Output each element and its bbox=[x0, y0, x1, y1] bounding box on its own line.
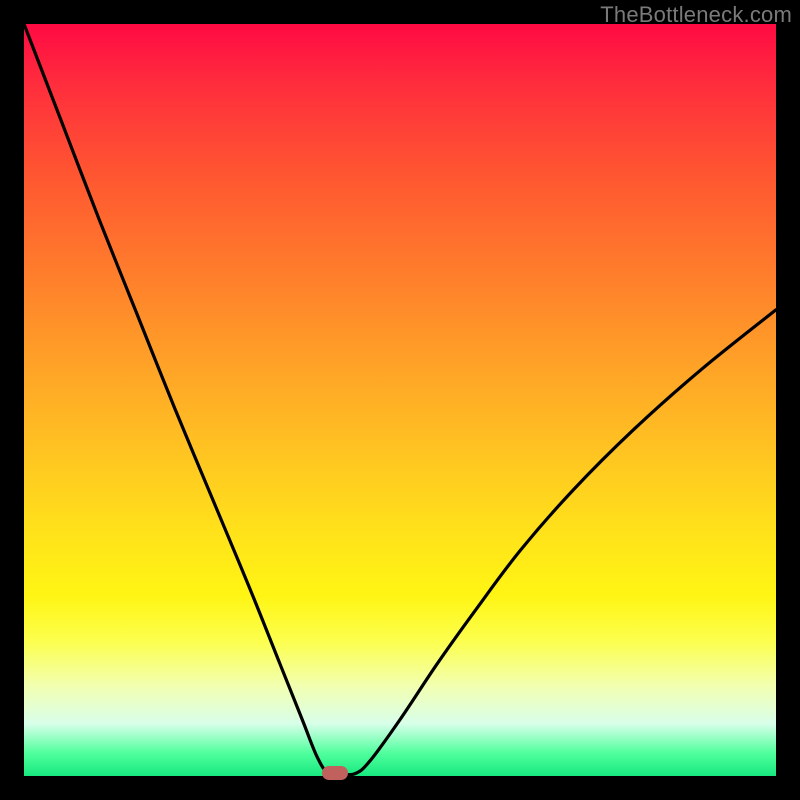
bottleneck-curve bbox=[24, 24, 776, 776]
optimal-point-marker bbox=[322, 766, 348, 780]
plot-area bbox=[24, 24, 776, 776]
chart-frame: TheBottleneck.com bbox=[0, 0, 800, 800]
watermark-text: TheBottleneck.com bbox=[600, 2, 792, 28]
